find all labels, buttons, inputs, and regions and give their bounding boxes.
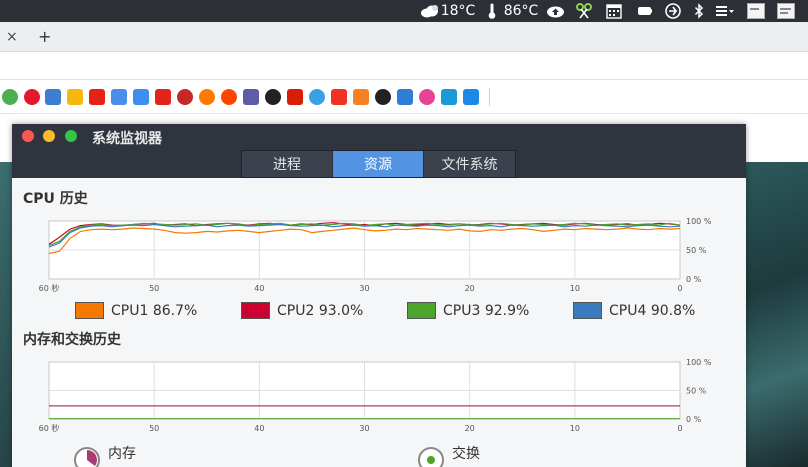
cpu-temperature: 86°C xyxy=(503,3,539,19)
dark-circle-icon[interactable] xyxy=(265,89,281,105)
stackoverflow-icon[interactable] xyxy=(353,89,369,105)
memory-x-tick-label: 60 秒 xyxy=(39,423,60,433)
cloud-icon[interactable] xyxy=(309,89,325,105)
memory-x-tick-label: 50 xyxy=(149,424,159,433)
memory-x-tick-label: 30 xyxy=(359,424,369,433)
memory-pie-icon xyxy=(74,447,100,467)
photo-icon[interactable] xyxy=(463,89,479,105)
new-tab-button[interactable]: + xyxy=(38,27,51,46)
ubuntu-icon[interactable] xyxy=(199,89,215,105)
bookmarks-bar xyxy=(0,80,808,114)
home-icon[interactable] xyxy=(441,89,457,105)
system-top-bar: 18°C 86°C xyxy=(0,0,808,22)
memory-label: 内存 xyxy=(108,446,136,462)
cloud-sync-icon[interactable] xyxy=(545,0,565,22)
address-bar[interactable] xyxy=(0,52,808,80)
hi-icon[interactable] xyxy=(243,89,259,105)
wechat-icon[interactable] xyxy=(2,89,18,105)
system-monitor-window: 系统监视器 进程 资源 文件系统 CPU 历史 60 秒 50 40 30 20 10 0 1… xyxy=(12,124,746,467)
scissors-screenshot-icon[interactable] xyxy=(574,0,594,22)
window-thumbnail-icon[interactable] xyxy=(745,0,767,22)
bookmarks-separator xyxy=(489,88,490,106)
tab-close-icon[interactable]: × xyxy=(6,29,18,45)
weather-cloud-icon[interactable] xyxy=(419,0,441,22)
memory-history-graph: 60 秒 50 40 30 20 10 0 100 % 50 % 0 % xyxy=(39,358,712,433)
note-icon[interactable] xyxy=(67,89,83,105)
translate-icon[interactable] xyxy=(111,89,127,105)
window-thumbnail-2-icon[interactable] xyxy=(775,0,797,22)
memory-y-tick-label: 0 % xyxy=(686,415,702,424)
desktop-wallpaper xyxy=(745,162,808,467)
menu-list-icon[interactable] xyxy=(714,0,736,22)
memory-x-tick-label: 0 xyxy=(677,424,682,433)
chat-bubble-icon[interactable] xyxy=(636,0,654,22)
browser-tab-strip: × + xyxy=(0,22,808,52)
memory-y-tick-label: 50 % xyxy=(686,387,707,396)
toutiao-icon[interactable] xyxy=(287,89,303,105)
swap-label: 交换 xyxy=(452,446,480,462)
memory-y-tick-label: 100 % xyxy=(686,358,712,367)
network-globe-icon[interactable] xyxy=(664,0,682,22)
outdoor-temperature: 18°C xyxy=(440,3,476,19)
weibo-icon[interactable] xyxy=(24,89,40,105)
memory-x-tick-label: 40 xyxy=(254,424,264,433)
seal-icon[interactable] xyxy=(177,89,193,105)
mail-icon[interactable] xyxy=(45,89,61,105)
dictionary-icon[interactable] xyxy=(133,89,149,105)
desktop-wallpaper-left xyxy=(0,162,12,467)
github-icon[interactable] xyxy=(375,89,391,105)
reddit-icon[interactable] xyxy=(221,89,237,105)
jd-icon[interactable] xyxy=(155,89,171,105)
memory-x-tick-label: 10 xyxy=(570,424,580,433)
bluetooth-icon[interactable] xyxy=(692,0,706,22)
swap-pie-icon xyxy=(418,447,444,467)
calendar-icon[interactable] xyxy=(605,0,623,22)
thermometer-icon[interactable] xyxy=(486,0,498,22)
pink-circle-icon[interactable] xyxy=(419,89,435,105)
memory-x-tick-label: 20 xyxy=(465,424,475,433)
youtube-icon[interactable] xyxy=(89,89,105,105)
q-icon[interactable] xyxy=(331,89,347,105)
bird-icon[interactable] xyxy=(397,89,413,105)
